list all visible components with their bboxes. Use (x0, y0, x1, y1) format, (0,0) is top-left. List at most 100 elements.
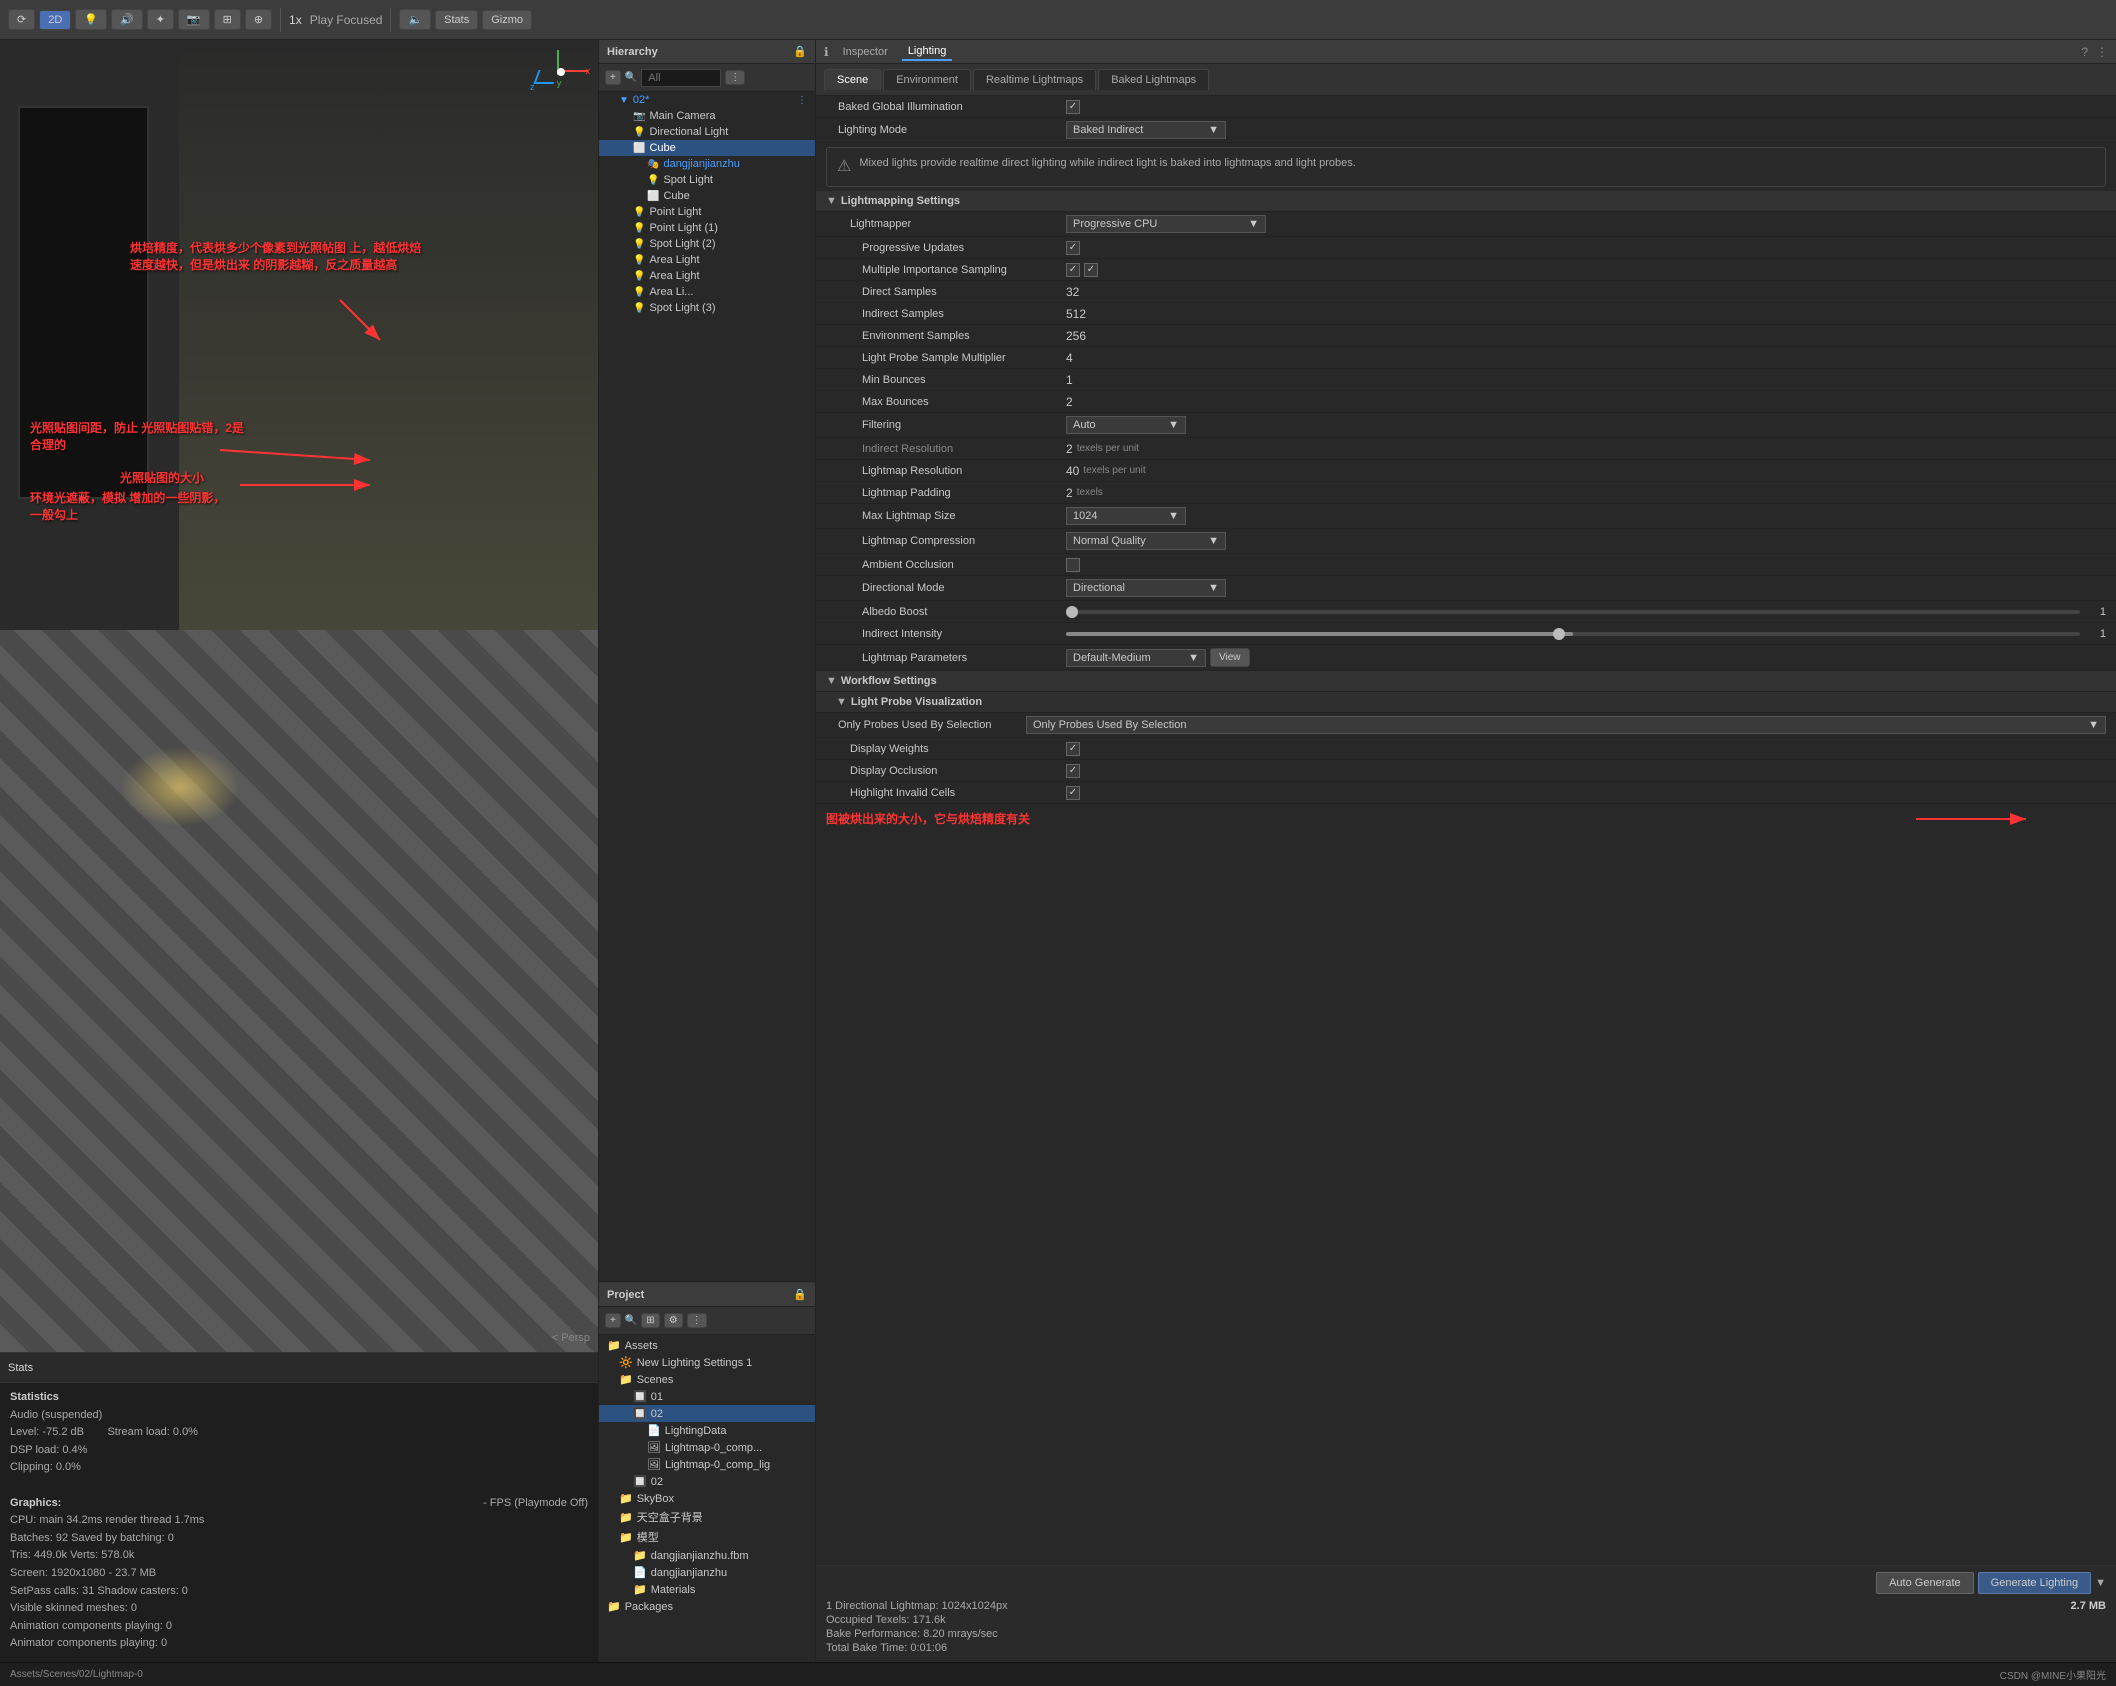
rotate-tool[interactable]: ⟳ (8, 9, 35, 30)
lp-sample-mult-value[interactable]: 4 (1066, 351, 1073, 365)
project-item[interactable]: 📁Scenes (599, 1371, 815, 1388)
project-item[interactable]: 🖼Lightmap-0_comp_lig (599, 1456, 815, 1473)
indirect-intensity-track[interactable] (1066, 632, 2080, 636)
lightmap-params-dropdown[interactable]: Default-Medium ▼ (1066, 649, 1206, 667)
lightmap-params-view-btn[interactable]: View (1210, 648, 1250, 667)
project-item[interactable]: 📁模型 (599, 1527, 815, 1547)
hierarchy-item[interactable]: 💡Area Light (599, 252, 815, 268)
mis-checkbox-2[interactable] (1084, 263, 1098, 277)
tab-realtime-lightmaps[interactable]: Realtime Lightmaps (973, 69, 1096, 90)
project-filter-btn[interactable]: ⚙ (664, 1313, 683, 1328)
project-item[interactable]: 📁dangjianjianzhu.fbm (599, 1547, 815, 1564)
tab-lighting[interactable]: Lighting (902, 43, 953, 61)
project-item[interactable]: 📁Materials (599, 1581, 815, 1598)
env-samples-value[interactable]: 256 (1066, 329, 1086, 343)
hierarchy-search-input[interactable] (641, 69, 721, 87)
indirect-samples-value[interactable]: 512 (1066, 307, 1086, 321)
hierarchy-item[interactable]: 💡Point Light (599, 204, 815, 220)
project-lock[interactable]: 🔒 (793, 1288, 807, 1301)
project-item[interactable]: 📁天空盒子背景 (599, 1507, 815, 1527)
hierarchy-lock[interactable]: 🔒 (793, 45, 807, 58)
tab-environment[interactable]: Environment (883, 69, 971, 90)
tab-inspector[interactable]: Inspector (837, 44, 894, 60)
audio-toggle[interactable]: 🔊 (111, 9, 143, 30)
nav-toggle[interactable]: ⊕ (245, 9, 272, 30)
hierarchy-item[interactable]: ⬜Cube (599, 188, 815, 204)
project-item[interactable]: 📄LightingData (599, 1422, 815, 1439)
hierarchy-scene-root[interactable]: ▼ 02* ⋮ (599, 92, 815, 108)
project-item[interactable]: 🔲01 (599, 1388, 815, 1405)
filtering-dropdown[interactable]: Auto ▼ (1066, 416, 1186, 434)
2d-toggle[interactable]: 2D (39, 10, 71, 30)
only-probes-dropdown[interactable]: Only Probes Used By Selection ▼ (1026, 716, 2106, 734)
tab-baked-lightmaps[interactable]: Baked Lightmaps (1098, 69, 1209, 90)
albedo-boost-value[interactable]: 1 (2086, 606, 2106, 618)
auto-generate-btn[interactable]: Auto Generate (1876, 1572, 1974, 1594)
progressive-updates-checkbox[interactable] (1066, 241, 1080, 255)
hierarchy-item[interactable]: 💡Area Li... (599, 284, 815, 300)
project-add-btn[interactable]: + (605, 1313, 621, 1328)
hierarchy-item[interactable]: 💡Point Light (1) (599, 220, 815, 236)
display-weights-checkbox[interactable] (1066, 742, 1080, 756)
audio-btn[interactable]: 🔈 (399, 9, 431, 30)
indirect-resolution-value[interactable]: 2 (1066, 442, 1073, 456)
project-item-label: Packages (625, 1601, 673, 1613)
hierarchy-item[interactable]: 💡Spot Light (599, 172, 815, 188)
stats-btn[interactable]: Stats (435, 10, 478, 30)
hierarchy-item[interactable]: 💡Spot Light (3) (599, 300, 815, 316)
hierarchy-scene-options[interactable]: ⋮ (797, 95, 807, 106)
lightmap-resolution-value[interactable]: 40 (1066, 464, 1079, 478)
lightmapper-dropdown[interactable]: Progressive CPU ▼ (1066, 215, 1266, 233)
hierarchy-item[interactable]: 💡Directional Light (599, 124, 815, 140)
project-item[interactable]: 📄dangjianjianzhu (599, 1564, 815, 1581)
section-lightmapping[interactable]: ▼ Lightmapping Settings (816, 191, 2116, 212)
scene-gizmo[interactable]: y x z (528, 50, 588, 110)
baked-gi-checkbox[interactable] (1066, 100, 1080, 114)
indirect-intensity-thumb[interactable] (1553, 628, 1565, 640)
directional-mode-dropdown[interactable]: Directional ▼ (1066, 579, 1226, 597)
project-view-btn[interactable]: ⊞ (641, 1313, 659, 1328)
hierarchy-item[interactable]: ⬜Cube (599, 140, 815, 156)
gizmo-btn[interactable]: Gizmo (482, 10, 532, 30)
project-item[interactable]: 📁SkyBox (599, 1490, 815, 1507)
max-bounces-value[interactable]: 2 (1066, 395, 1073, 409)
light-toggle[interactable]: 💡 (75, 9, 107, 30)
hierarchy-item[interactable]: 🎭dangjianjianzhu (599, 156, 815, 172)
lightmap-padding-value[interactable]: 2 (1066, 486, 1073, 500)
albedo-boost-track[interactable] (1066, 610, 2080, 614)
hierarchy-add-btn[interactable]: + (605, 70, 621, 85)
project-item[interactable]: 🔆New Lighting Settings 1 (599, 1354, 815, 1371)
gizmo-toggle[interactable]: ⊞ (214, 9, 241, 30)
right-header-options[interactable]: ⋮ (2096, 45, 2108, 59)
project-item[interactable]: 📁Packages (599, 1598, 815, 1615)
indirect-intensity-value[interactable]: 1 (2086, 628, 2106, 640)
lightmap-compression-dropdown[interactable]: Normal Quality ▼ (1066, 532, 1226, 550)
generate-dropdown-arrow[interactable]: ▼ (2095, 1577, 2106, 1589)
generate-lighting-btn[interactable]: Generate Lighting (1978, 1572, 2091, 1594)
hierarchy-options-btn[interactable]: ⋮ (725, 70, 745, 85)
project-item[interactable]: 🔲02 (599, 1405, 815, 1422)
hierarchy-item[interactable]: 💡Area Light (599, 268, 815, 284)
min-bounces-value[interactable]: 1 (1066, 373, 1073, 387)
highlight-invalid-checkbox[interactable] (1066, 786, 1080, 800)
lighting-mode-dropdown[interactable]: Baked Indirect ▼ (1066, 121, 1226, 139)
hierarchy-item[interactable]: 📷Main Camera (599, 108, 815, 124)
fx-toggle[interactable]: ✦ (147, 9, 174, 30)
ambient-occlusion-checkbox[interactable] (1066, 558, 1080, 572)
section-workflow[interactable]: ▼ Workflow Settings (816, 671, 2116, 692)
project-item[interactable]: 📁Assets (599, 1337, 815, 1354)
tab-scene[interactable]: Scene (824, 69, 881, 90)
project-item[interactable]: 🔲02 (599, 1473, 815, 1490)
project-item[interactable]: 🖼Lightmap-0_comp... (599, 1439, 815, 1456)
max-lightmap-size-dropdown[interactable]: 1024 ▼ (1066, 507, 1186, 525)
project-options-btn[interactable]: ⋮ (687, 1313, 707, 1328)
albedo-boost-thumb[interactable] (1066, 606, 1078, 618)
display-occlusion-checkbox[interactable] (1066, 764, 1080, 778)
direct-samples-value[interactable]: 32 (1066, 285, 1079, 299)
scene-view[interactable]: y x z < Persp 烘培精度，代表烘多少个像素到光照帖图 上，越低烘焙速… (0, 40, 598, 1352)
section-light-probe-vis[interactable]: ▼ Light Probe Visualization (816, 692, 2116, 713)
hierarchy-item[interactable]: 💡Spot Light (2) (599, 236, 815, 252)
mis-checkbox[interactable] (1066, 263, 1080, 277)
right-header-help[interactable]: ? (2081, 45, 2088, 59)
camera-toggle[interactable]: 📷 (178, 9, 210, 30)
